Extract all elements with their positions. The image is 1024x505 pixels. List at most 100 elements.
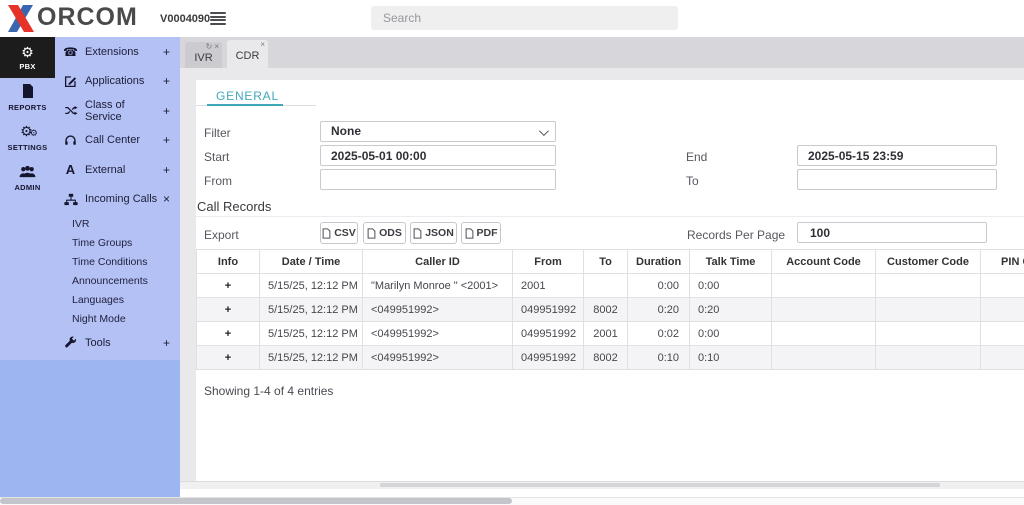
sidebar-item-call-center[interactable]: Call Center +	[55, 126, 180, 156]
filter-select[interactable]: None	[320, 121, 556, 142]
cell-datetime: 5/15/25, 12:12 PM	[260, 346, 363, 370]
filter-label: Filter	[204, 126, 231, 140]
cell-duration: 0:10	[628, 346, 690, 370]
table-row: + 5/15/25, 12:12 PM <049951992> 04995199…	[197, 346, 1024, 370]
cell-duration: 0:00	[628, 274, 690, 298]
expand-row-button[interactable]: +	[197, 274, 260, 298]
table-entries-summary: Showing 1-4 of 4 entries	[204, 384, 333, 398]
cell-to	[584, 274, 628, 298]
sidebar-subitem-night-mode[interactable]: Night Mode	[55, 309, 180, 328]
sidebar-subitem-time-conditions[interactable]: Time Conditions	[55, 252, 180, 271]
sidebar-subitem-label: Announcements	[72, 275, 148, 287]
cell-customer-code	[876, 322, 981, 346]
nav-rail-item-reports[interactable]: REPORTS	[0, 78, 55, 118]
col-header-customer-code: Customer Code	[876, 250, 981, 274]
sidebar-item-label: Incoming Calls	[85, 193, 163, 205]
sidebar-item-class-of-service[interactable]: Class of Service +	[55, 96, 180, 126]
sidebar-subitem-time-groups[interactable]: Time Groups	[55, 233, 180, 252]
expand-plus-icon[interactable]: +	[163, 133, 170, 147]
sidebar-item-incoming-calls[interactable]: Incoming Calls ×	[55, 185, 180, 215]
report-file-icon	[22, 84, 34, 100]
divider	[196, 216, 1024, 217]
sidebar-item-label: External	[85, 164, 163, 176]
active-tab-underline	[207, 104, 283, 106]
end-label: End	[686, 150, 707, 164]
expand-plus-icon[interactable]: +	[163, 336, 170, 350]
expand-plus-icon[interactable]: +	[163, 163, 170, 177]
sidebar-subitem-label: IVR	[72, 218, 90, 230]
end-datetime-input[interactable]	[798, 146, 996, 165]
sidebar-subitem-label: Time Groups	[72, 237, 132, 249]
sidebar-item-label: Class of Service	[85, 99, 163, 123]
nav-rail-item-admin[interactable]: ADMIN	[0, 158, 55, 198]
export-label: Export	[204, 228, 239, 242]
tab-cdr[interactable]: × CDR	[227, 40, 268, 68]
expand-row-button[interactable]: +	[197, 346, 260, 370]
nav-rail-item-settings[interactable]: ⚙⚙ SETTINGS	[0, 118, 55, 158]
sidebar-item-external[interactable]: A External +	[55, 155, 180, 185]
close-icon[interactable]: ×	[260, 41, 265, 50]
sidebar-subitem-languages[interactable]: Languages	[55, 290, 180, 309]
col-header-info: Info	[197, 250, 260, 274]
nav-rail-item-pbx[interactable]: ⚙ PBX	[0, 37, 55, 78]
export-button-label: CSV	[334, 227, 356, 239]
cell-account-code	[772, 346, 876, 370]
expand-plus-icon[interactable]: +	[163, 45, 170, 59]
export-csv-button[interactable]: CSV	[320, 222, 358, 244]
edit-icon	[63, 74, 78, 89]
sidebar-item-extensions[interactable]: ☎ Extensions +	[55, 37, 180, 67]
search-input[interactable]	[371, 6, 678, 30]
top-header: ORCOM V0004090	[0, 0, 1024, 38]
expand-plus-icon[interactable]: +	[163, 104, 170, 118]
export-button-label: ODS	[379, 227, 402, 239]
col-header-to: To	[584, 250, 628, 274]
expand-row-button[interactable]: +	[197, 298, 260, 322]
sidebar-subitem-ivr[interactable]: IVR	[55, 214, 180, 233]
col-header-pin-code: PIN Code	[981, 250, 1024, 274]
cell-caller-id: <049951992>	[363, 322, 513, 346]
sidebar-item-tools[interactable]: Tools +	[55, 328, 180, 358]
panel-scrollbar-thumb[interactable]	[380, 483, 940, 487]
to-input[interactable]	[798, 170, 996, 189]
sidebar-subitem-label: Night Mode	[72, 313, 126, 325]
start-datetime-input[interactable]	[321, 146, 555, 165]
records-per-page-input[interactable]	[798, 223, 986, 242]
menu-toggle-hamburger-icon[interactable]	[210, 12, 226, 25]
cell-to: 8002	[584, 298, 628, 322]
export-pdf-button[interactable]: PDF	[461, 222, 501, 244]
table-row: + 5/15/25, 12:12 PM "Marilyn Monroe " <2…	[197, 274, 1024, 298]
file-icon	[465, 228, 474, 239]
sidebar-subitem-announcements[interactable]: Announcements	[55, 271, 180, 290]
nav-rail-label: REPORTS	[8, 103, 46, 112]
table-row: + 5/15/25, 12:12 PM <049951992> 04995199…	[197, 298, 1024, 322]
export-ods-button[interactable]: ODS	[363, 222, 406, 244]
col-header-from: From	[513, 250, 584, 274]
expand-row-button[interactable]: +	[197, 322, 260, 346]
sidebar-item-applications[interactable]: Applications +	[55, 67, 180, 97]
app-window: ORCOM V0004090 ⚙ PBX REPORTS ⚙⚙ SETTINGS	[0, 0, 1024, 505]
gear-icon: ⚙	[21, 45, 34, 59]
shuffle-icon	[63, 103, 78, 118]
tab-label: IVR	[185, 52, 222, 64]
sidebar-item-label: Extensions	[85, 46, 163, 58]
headset-icon	[63, 133, 78, 148]
cell-talk-time: 0:00	[690, 322, 772, 346]
col-header-datetime: Date / Time	[260, 250, 363, 274]
from-input[interactable]	[321, 170, 555, 189]
expand-plus-icon[interactable]: +	[163, 74, 170, 88]
nav-rail-label: SETTINGS	[8, 143, 48, 152]
cell-from: 049951992	[513, 298, 584, 322]
chevron-down-icon	[539, 126, 549, 136]
sitemap-icon	[63, 192, 78, 207]
collapse-x-icon[interactable]: ×	[163, 192, 170, 206]
tab-ivr[interactable]: ↻ × IVR	[185, 42, 222, 68]
page-scrollbar-thumb[interactable]	[0, 498, 512, 504]
export-button-label: JSON	[425, 227, 454, 239]
tab-general[interactable]: GENERAL	[216, 89, 279, 103]
search-box	[371, 6, 678, 30]
end-datetime-box	[797, 145, 997, 166]
export-json-button[interactable]: JSON	[410, 222, 457, 244]
users-icon	[19, 165, 36, 180]
refresh-icon[interactable]: ↻	[206, 43, 213, 52]
close-icon[interactable]: ×	[214, 43, 219, 52]
